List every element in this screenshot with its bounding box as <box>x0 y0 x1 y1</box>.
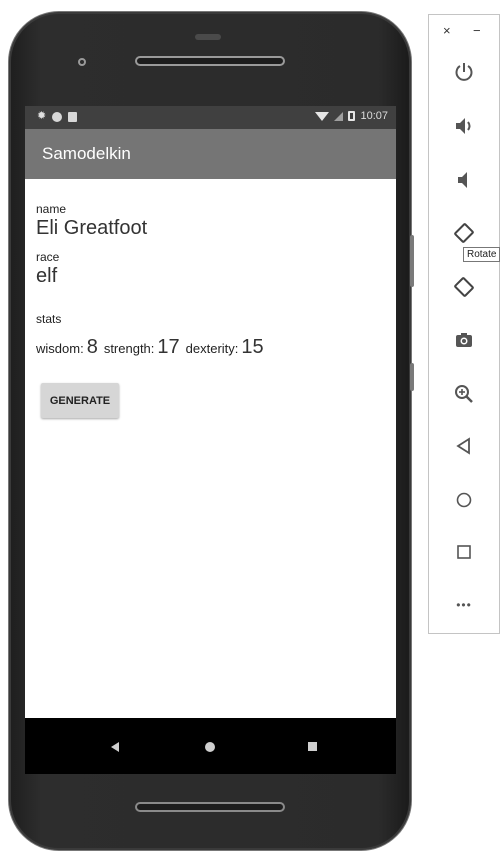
close-icon[interactable]: × <box>443 23 451 38</box>
race-value: elf <box>36 265 58 287</box>
rotate-right-icon[interactable] <box>429 275 499 305</box>
more-icon[interactable]: ••• <box>429 593 499 617</box>
race-label: race <box>36 250 60 264</box>
nav-back-icon[interactable] <box>111 742 119 752</box>
signal-icon <box>334 111 344 121</box>
overview-icon[interactable] <box>429 541 499 569</box>
wisdom-value: 8 <box>86 336 98 358</box>
wifi-icon <box>315 111 330 121</box>
app-title: Samodelkin <box>42 144 131 163</box>
volume-up-icon[interactable] <box>429 115 499 143</box>
phone-frame: ✹ 10:07 Samodelkin name Eli Greatfoot ra… <box>9 12 411 850</box>
home-icon[interactable] <box>429 489 499 517</box>
bottom-speaker <box>135 802 285 812</box>
dexterity-value: 15 <box>241 336 264 358</box>
notification-dot-icon <box>52 111 63 122</box>
device-screen: ✹ 10:07 Samodelkin name Eli Greatfoot ra… <box>25 106 396 774</box>
app-bar: Samodelkin <box>25 129 396 179</box>
strength-value: 17 <box>157 336 180 358</box>
rotate-tooltip: Rotate <box>463 247 501 262</box>
settings-icon: ✹ <box>37 110 47 122</box>
volume-down-icon[interactable] <box>429 169 499 197</box>
android-nav-bar <box>25 718 396 774</box>
emulator-toolbar: × − ••• <box>428 14 500 634</box>
back-icon[interactable] <box>429 435 499 463</box>
power-hardware-button <box>410 363 414 391</box>
minimize-icon[interactable]: − <box>473 23 481 38</box>
sd-card-icon <box>68 111 78 122</box>
dexterity-label: dexterity: <box>185 341 239 356</box>
zoom-icon[interactable] <box>429 383 499 411</box>
name-value: Eli Greatfoot <box>36 217 148 239</box>
name-label: name <box>36 202 67 216</box>
volume-hardware-button <box>410 235 414 287</box>
stats-row: wisdom: 8 strength: 17 dexterity: 15 <box>36 336 270 359</box>
nav-home-icon[interactable] <box>205 742 215 752</box>
top-notch <box>195 34 221 40</box>
stats-label: stats <box>36 312 62 326</box>
wisdom-label: wisdom: <box>36 341 84 356</box>
status-bar: ✹ 10:07 <box>25 106 396 129</box>
top-speaker <box>135 56 285 66</box>
strength-label: strength: <box>103 341 155 356</box>
power-icon[interactable] <box>429 61 499 89</box>
nav-recents-icon[interactable] <box>308 742 317 751</box>
status-time: 10:07 <box>360 110 388 122</box>
front-camera <box>78 58 86 66</box>
camera-icon[interactable] <box>429 329 499 357</box>
battery-icon <box>348 111 356 121</box>
generate-button[interactable]: GENERATE <box>41 383 119 418</box>
